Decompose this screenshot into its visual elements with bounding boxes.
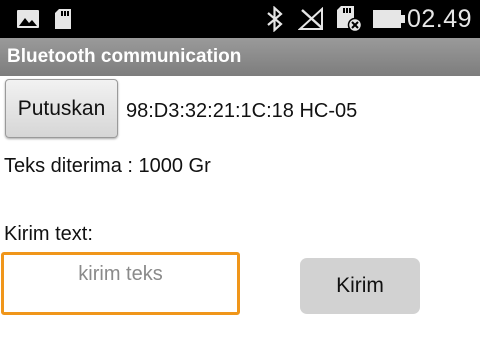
battery-icon (373, 10, 405, 28)
sd-card-icon (55, 9, 71, 29)
disconnect-button[interactable]: Putuskan (5, 79, 118, 138)
app-title: Bluetooth communication (7, 46, 242, 67)
image-icon (17, 10, 39, 28)
received-text: Teks diterima : 1000 Gr (4, 155, 211, 177)
bluetooth-icon (267, 6, 283, 32)
send-text-input[interactable] (1, 252, 240, 315)
send-button[interactable]: Kirim (300, 258, 420, 314)
device-address: 98:D3:32:21:1C:18 HC-05 (126, 100, 358, 122)
status-bar: 02.49 (0, 0, 480, 38)
no-signal-icon (298, 7, 323, 30)
sd-card-removed-icon (337, 6, 362, 33)
clock: 02.49 (406, 5, 472, 33)
title-bar: Bluetooth communication (0, 38, 480, 76)
send-text-label: Kirim text: (4, 223, 93, 245)
